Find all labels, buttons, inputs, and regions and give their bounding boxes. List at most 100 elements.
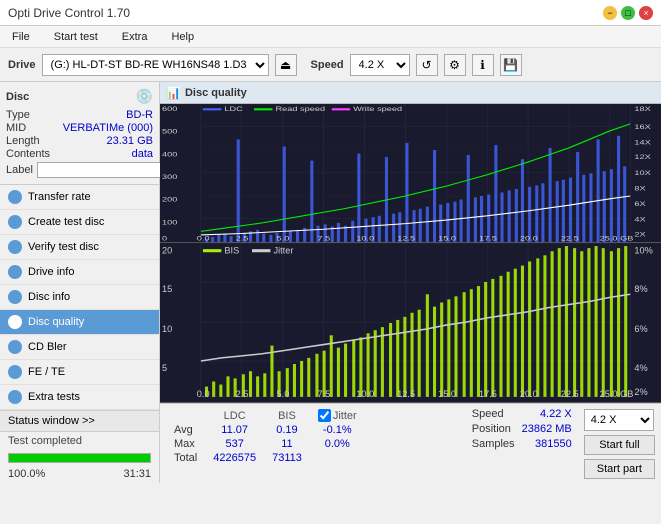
svg-text:10%: 10%	[634, 245, 652, 255]
drive-select[interactable]: (G:) HL-DT-ST BD-RE WH16NS48 1.D3	[42, 54, 269, 76]
upper-chart-svg: 600 500 400 300 200 100 0 18X 16X 14X 12…	[160, 104, 661, 242]
speed-dropdown[interactable]: 4.2 X	[584, 409, 654, 431]
speed-select[interactable]: 4.2 X	[350, 54, 410, 76]
nav-items: Transfer rate Create test disc Verify te…	[0, 185, 159, 410]
avg-jitter: -0.1%	[310, 423, 365, 437]
sidebar-item-cd-bler[interactable]: CD Bler	[0, 335, 159, 360]
status-window-button[interactable]: Status window >>	[0, 411, 159, 432]
status-text: Test completed	[0, 432, 159, 450]
svg-text:8X: 8X	[634, 185, 646, 192]
sidebar-item-disc-quality[interactable]: Disc quality	[0, 310, 159, 335]
svg-text:0: 0	[162, 235, 168, 242]
svg-text:500: 500	[162, 128, 178, 135]
chart-header: 📊 Disc quality	[160, 82, 661, 104]
sidebar-item-verify-test-disc[interactable]: Verify test disc	[0, 235, 159, 260]
svg-text:10X: 10X	[634, 169, 651, 176]
chart-header-icon: 📊	[166, 86, 181, 100]
svg-text:200: 200	[162, 196, 178, 203]
svg-text:22.5: 22.5	[561, 235, 580, 242]
close-button[interactable]: ×	[639, 6, 653, 20]
svg-text:12.5: 12.5	[397, 235, 416, 242]
verify-test-disc-label: Verify test disc	[28, 241, 99, 253]
extra-tests-label: Extra tests	[28, 391, 80, 403]
svg-text:25.0 GB: 25.0 GB	[600, 235, 634, 242]
start-full-button[interactable]: Start full	[584, 435, 655, 455]
chart-area: 📊 Disc quality	[160, 82, 661, 483]
jitter-checkbox[interactable]	[318, 409, 331, 422]
label-label: Label	[6, 164, 33, 176]
table-row: Avg 11.07 0.19 -0.1%	[166, 423, 365, 437]
contents-value: data	[132, 148, 153, 160]
disc-quality-label: Disc quality	[28, 316, 84, 328]
sidebar-item-transfer-rate[interactable]: Transfer rate	[0, 185, 159, 210]
jitter-label: Jitter	[333, 410, 357, 422]
label-input[interactable]	[37, 162, 175, 178]
svg-text:Read speed: Read speed	[276, 105, 326, 112]
position-value: 23862 MB	[522, 423, 572, 435]
menu-extra[interactable]: Extra	[118, 30, 152, 44]
verify-test-disc-icon	[8, 240, 22, 254]
svg-text:15.0: 15.0	[438, 389, 456, 399]
svg-text:4X: 4X	[634, 216, 646, 223]
mid-value: VERBATIMe (000)	[63, 122, 153, 134]
total-ldc: 4226575	[205, 451, 264, 465]
svg-text:0.0: 0.0	[197, 235, 210, 242]
cd-bler-icon	[8, 340, 22, 354]
total-label: Total	[166, 451, 205, 465]
menu-help[interactable]: Help	[167, 30, 198, 44]
svg-text:5.0: 5.0	[277, 235, 290, 242]
svg-text:5.0: 5.0	[277, 389, 290, 399]
app-title: Opti Drive Control 1.70	[8, 6, 130, 20]
speed-info: Speed 4.22 X Position 23862 MB Samples 3…	[472, 408, 572, 479]
svg-text:7.5: 7.5	[317, 389, 330, 399]
drive-info-label: Drive info	[28, 266, 74, 278]
settings-button[interactable]: ⚙	[444, 54, 466, 76]
lower-chart: 20 15 10 5 10% 8% 6% 4% 2% 0.0 2.5 5.0 7…	[160, 243, 661, 403]
content-area: Disc 💿 Type BD-R MID VERBATIMe (000) Len…	[0, 82, 661, 483]
svg-text:6%: 6%	[634, 324, 647, 334]
svg-text:Jitter: Jitter	[273, 245, 293, 255]
menu-start-test[interactable]: Start test	[50, 30, 102, 44]
svg-text:17.5: 17.5	[479, 389, 497, 399]
upper-chart: 600 500 400 300 200 100 0 18X 16X 14X 12…	[160, 104, 661, 243]
disc-icon: 💿	[136, 88, 153, 105]
svg-text:2.5: 2.5	[236, 389, 249, 399]
create-test-disc-label: Create test disc	[28, 216, 104, 228]
svg-text:100: 100	[162, 219, 178, 226]
sidebar-item-fe-te[interactable]: FE / TE	[0, 360, 159, 385]
create-test-disc-icon	[8, 215, 22, 229]
extra-tests-icon	[8, 390, 22, 404]
chart-title: Disc quality	[185, 87, 247, 99]
progress-bar	[8, 453, 151, 463]
sidebar-item-drive-info[interactable]: Drive info	[0, 260, 159, 285]
sidebar-item-extra-tests[interactable]: Extra tests	[0, 385, 159, 410]
svg-text:300: 300	[162, 173, 178, 180]
svg-text:10.0: 10.0	[356, 235, 375, 242]
start-part-button[interactable]: Start part	[584, 459, 655, 479]
table-row: Total 4226575 73113	[166, 451, 365, 465]
avg-label: Avg	[166, 423, 205, 437]
total-jitter	[310, 451, 365, 465]
svg-text:12.5: 12.5	[397, 389, 415, 399]
svg-text:10: 10	[162, 324, 172, 334]
drive-label: Drive	[8, 59, 36, 71]
refresh-button[interactable]: ↺	[416, 54, 438, 76]
minimize-button[interactable]: −	[603, 6, 617, 20]
transfer-rate-icon	[8, 190, 22, 204]
sidebar-item-create-test-disc[interactable]: Create test disc	[0, 210, 159, 235]
info-button[interactable]: ℹ	[472, 54, 494, 76]
menu-file[interactable]: File	[8, 30, 34, 44]
svg-text:400: 400	[162, 151, 178, 158]
svg-text:6X: 6X	[634, 200, 646, 207]
col-header-blank	[166, 408, 205, 423]
maximize-button[interactable]: □	[621, 6, 635, 20]
sidebar-item-disc-info[interactable]: Disc info	[0, 285, 159, 310]
svg-text:25.0 GB: 25.0 GB	[600, 389, 634, 399]
svg-text:0.0: 0.0	[197, 389, 210, 399]
type-value: BD-R	[126, 109, 153, 121]
svg-text:20.0: 20.0	[520, 389, 538, 399]
eject-button[interactable]: ⏏	[275, 54, 297, 76]
progress-fill	[9, 454, 150, 462]
save-button[interactable]: 💾	[500, 54, 522, 76]
disc-info-icon	[8, 290, 22, 304]
